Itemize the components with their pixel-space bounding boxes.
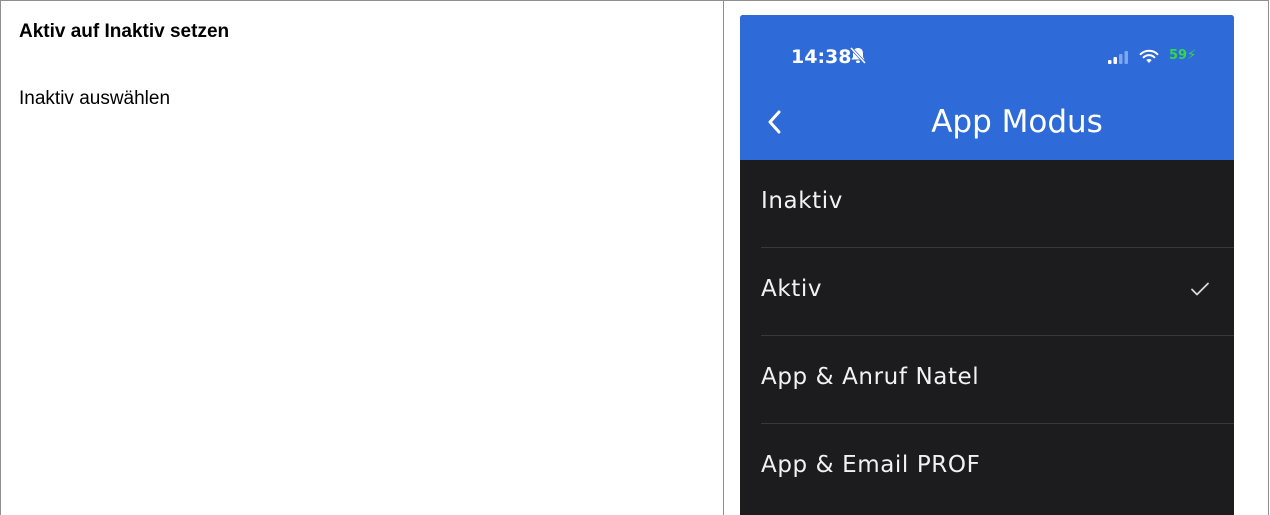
checkmark-icon: [1191, 282, 1209, 296]
instruction-table: Aktiv auf Inaktiv setzen Inaktiv auswähl…: [0, 0, 1269, 515]
nav-title-text: App Modus: [931, 104, 1103, 140]
battery-indicator: 59⚡: [1165, 47, 1201, 64]
table-border-left: [0, 0, 1, 515]
nav-title: App Modus: [740, 104, 1234, 140]
option-label: Aktiv: [761, 276, 823, 302]
phone-screenshot: 14:38 59⚡ App Modus Inaktiv Aktiv App & …: [740, 15, 1234, 515]
silent-bell-icon: [849, 46, 867, 65]
step-heading: Aktiv auf Inaktiv setzen: [19, 21, 230, 42]
wifi-icon: [1139, 49, 1159, 63]
status-time: 14:38: [791, 46, 852, 68]
table-column-divider: [723, 0, 724, 515]
cellular-signal-icon: [1108, 51, 1128, 64]
step-instruction: Inaktiv auswählen: [19, 88, 171, 109]
table-border-right: [1268, 0, 1269, 515]
option-app-anruf-natel[interactable]: App & Anruf Natel: [740, 336, 1234, 424]
option-inaktiv[interactable]: Inaktiv: [740, 160, 1234, 248]
table-border-top: [0, 0, 1269, 1]
navigation-bar: 14:38 59⚡ App Modus: [740, 15, 1234, 160]
option-label: App & Email PROF: [761, 452, 981, 478]
option-label: App & Anruf Natel: [761, 364, 980, 390]
option-aktiv[interactable]: Aktiv: [740, 248, 1234, 336]
charging-bolt-icon: ⚡: [1187, 48, 1197, 63]
battery-level: 59: [1169, 48, 1188, 63]
option-app-email-prof[interactable]: App & Email PROF: [740, 424, 1234, 512]
option-label: Inaktiv: [761, 188, 843, 214]
